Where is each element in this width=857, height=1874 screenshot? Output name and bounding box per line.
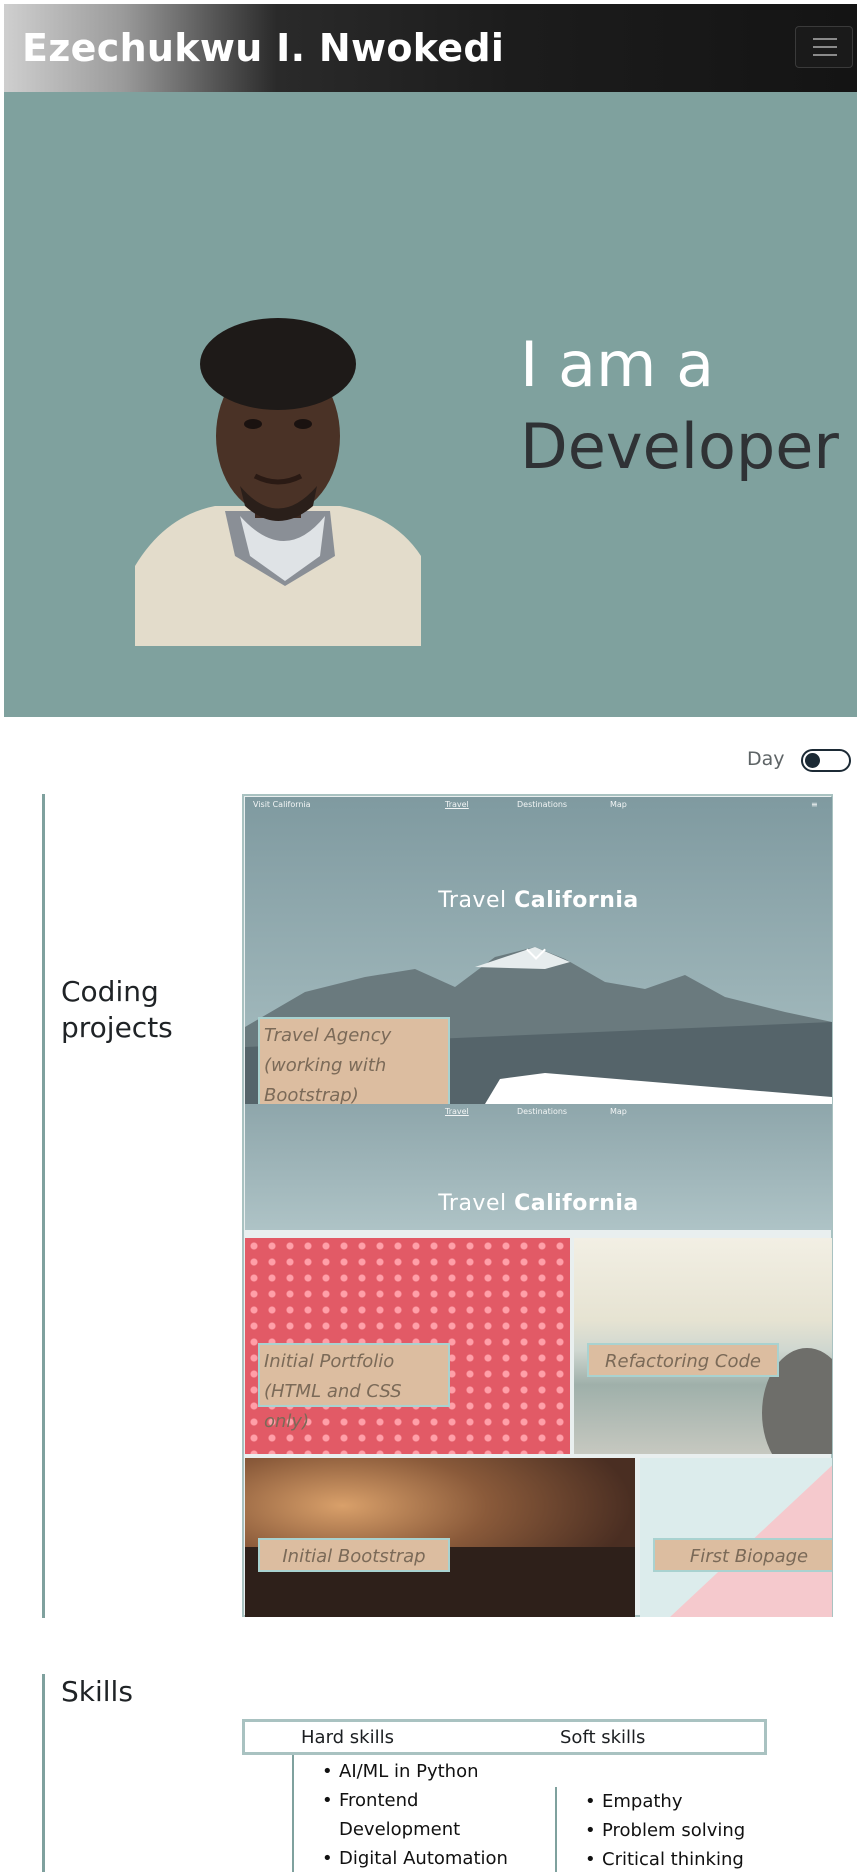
preview-brand: Visit California bbox=[253, 800, 311, 809]
project-tile-refactoring-code[interactable]: Refactoring Code bbox=[574, 1238, 832, 1454]
hard-skills-header: Hard skills bbox=[301, 1727, 394, 1748]
hamburger-icon[interactable] bbox=[795, 26, 853, 68]
projects-gallery: Visit California Travel Destinations Map… bbox=[242, 794, 833, 1617]
theme-toggle-label: Day bbox=[747, 748, 785, 770]
list-item: Frontend Development bbox=[317, 1786, 517, 1844]
projects-title: Coding projects bbox=[61, 975, 173, 1044]
hero-section: I am a Developer bbox=[4, 92, 857, 717]
preview-nav-map: Map bbox=[610, 800, 627, 809]
toggle-knob bbox=[805, 753, 820, 768]
soft-skills-rule bbox=[555, 1787, 557, 1872]
theme-toggle-switch[interactable] bbox=[801, 749, 851, 772]
preview-headline: Travel California bbox=[438, 1191, 639, 1216]
brand-name[interactable]: Ezechukwu I. Nwokedi bbox=[22, 26, 504, 70]
preview-nav-map: Map bbox=[610, 1107, 627, 1116]
hero-line-1: I am a bbox=[520, 328, 715, 401]
projects-section-rule bbox=[42, 794, 45, 1618]
soft-skills-list: Empathy Problem solving Critical thinkin… bbox=[580, 1787, 780, 1874]
hero-heading: I am a Developer bbox=[520, 324, 839, 488]
preview-nav-destinations: Destinations bbox=[517, 800, 568, 809]
hard-skills-list: AI/ML in Python Frontend Development Dig… bbox=[317, 1757, 517, 1873]
list-item: Critical thinking bbox=[580, 1845, 780, 1874]
preview-navbar: Travel Destinations Map bbox=[245, 1104, 832, 1120]
preview-nav-travel: Travel bbox=[445, 1107, 469, 1116]
list-item: AI/ML in Python bbox=[317, 1757, 517, 1786]
skills-header-row: Hard skills Soft skills bbox=[242, 1719, 767, 1755]
skills-title: Skills bbox=[61, 1675, 133, 1708]
project-caption: First Biopage bbox=[653, 1538, 832, 1572]
preview-headline: Travel California bbox=[438, 888, 639, 913]
hard-skills-rule bbox=[292, 1755, 294, 1872]
project-caption: Initial Bootstrap bbox=[258, 1538, 450, 1572]
preview-nav-travel: Travel bbox=[445, 800, 469, 809]
navbar: Ezechukwu I. Nwokedi bbox=[4, 4, 857, 92]
project-caption: Refactoring Code bbox=[587, 1343, 779, 1377]
project-caption: Initial Portfolio (HTML and CSS only) bbox=[258, 1343, 450, 1432]
profile-photo bbox=[135, 316, 421, 646]
project-caption: Travel Agency (working with Bootstrap) bbox=[258, 1017, 450, 1104]
project-tile-first-biopage[interactable]: First Biopage bbox=[640, 1458, 832, 1617]
preview-navbar: Visit California Travel Destinations Map… bbox=[245, 797, 832, 813]
hero-line-2: Developer bbox=[520, 410, 839, 483]
preview-nav-destinations: Destinations bbox=[517, 1107, 568, 1116]
travel-preview-strip: Travel Destinations Map Travel Californi… bbox=[245, 1104, 832, 1230]
list-item: Digital Automation bbox=[317, 1844, 517, 1873]
project-tile-travel-agency[interactable]: Visit California Travel Destinations Map… bbox=[245, 797, 832, 1104]
list-item: Empathy bbox=[580, 1787, 780, 1816]
list-item: Problem solving bbox=[580, 1816, 780, 1845]
soft-skills-header: Soft skills bbox=[560, 1727, 646, 1748]
preview-menu-icon: ≡ bbox=[811, 800, 818, 809]
project-tile-initial-bootstrap[interactable]: Initial Bootstrap bbox=[245, 1458, 635, 1617]
project-tile-initial-portfolio[interactable]: Initial Portfolio (HTML and CSS only) bbox=[245, 1238, 570, 1454]
skills-section-rule bbox=[42, 1674, 45, 1872]
